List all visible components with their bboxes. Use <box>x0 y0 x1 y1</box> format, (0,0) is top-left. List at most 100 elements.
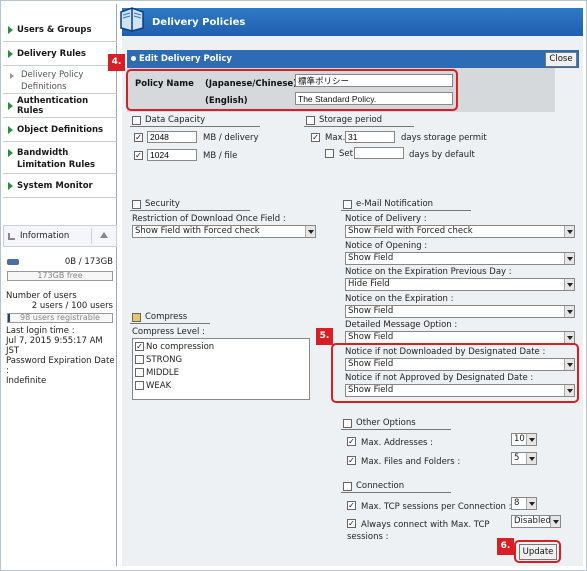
arrow-icon <box>8 181 13 190</box>
divider <box>130 323 210 324</box>
users-usage-fill <box>8 314 11 322</box>
sidebar-item-label: Users & Groups <box>17 24 92 35</box>
connection-title: Connection <box>343 481 404 491</box>
storage-max-checkbox[interactable]: ✓ <box>311 133 320 142</box>
always-max-tcp-checkbox[interactable]: ✓ <box>347 519 356 528</box>
compress-icon <box>132 312 141 322</box>
compress-option-checkbox[interactable]: ✓ <box>135 342 144 351</box>
sidebar-item-users-groups[interactable]: Users & Groups <box>3 18 117 42</box>
section-title: Other Options <box>356 418 416 428</box>
selected-value: Disabled <box>514 516 551 526</box>
sidebar-item-label: System Monitor <box>17 180 93 191</box>
compress-title: Compress <box>132 312 187 322</box>
highlight-box-5 <box>331 343 579 403</box>
sidebar-item-bandwidth-limitation-rules[interactable]: Bandwidth Limitation Rules <box>3 142 117 174</box>
arrow-icon <box>10 73 14 79</box>
divider <box>341 210 471 211</box>
sidebar-item-system-monitor[interactable]: System Monitor <box>3 174 117 198</box>
delivery-capacity-input[interactable] <box>147 131 197 143</box>
email-notification-title: e-Mail Notification <box>343 199 433 209</box>
max-files-checkbox[interactable]: ✓ <box>347 456 356 465</box>
page-title: Delivery Policies <box>152 16 246 28</box>
divider <box>341 492 451 493</box>
storage-set-label: Set <box>339 149 353 159</box>
arrow-icon <box>8 25 13 34</box>
selected-value: Show Field <box>348 306 394 316</box>
compress-option-label: No compression <box>146 342 215 352</box>
compress-option-label: MIDDLE <box>146 368 180 378</box>
sidebar-item-authentication-rules[interactable]: Authentication Rules <box>3 94 117 118</box>
dropdown-arrow-icon <box>305 226 315 237</box>
page-header: Delivery Policies <box>120 7 583 36</box>
max-addresses-checkbox[interactable]: ✓ <box>347 437 356 446</box>
selected-value: Show Field <box>348 332 394 342</box>
delivery-capacity-unit: MB / delivery <box>203 133 259 143</box>
users-registrable-label: 98 users registrable <box>20 313 100 322</box>
last-login-value: Jul 7, 2015 9:55:17 AM JST <box>6 336 103 356</box>
selected-value: 5 <box>514 453 520 463</box>
file-capacity-checkbox[interactable]: ✓ <box>134 151 143 160</box>
divider <box>91 228 92 244</box>
notice-expiration-previous-day-select[interactable]: Hide Field <box>345 278 575 291</box>
password-expiration-value: Indefinite <box>6 376 47 386</box>
selected-value: Hide Field <box>348 279 390 289</box>
dropdown-arrow-icon <box>526 434 536 445</box>
sidebar-item-delivery-rules[interactable]: Delivery Rules <box>3 42 117 66</box>
connection-icon <box>343 481 352 491</box>
dropdown-arrow-icon <box>526 498 536 509</box>
always-max-tcp-label-2: sessions : <box>347 532 389 542</box>
max-addresses-select[interactable]: 10 <box>511 433 537 446</box>
capacity-icon <box>132 115 141 125</box>
email-field-label: Notice on the Expiration Previous Day : <box>345 267 512 277</box>
compress-option-checkbox[interactable] <box>135 381 144 390</box>
dropdown-arrow-icon <box>564 306 574 317</box>
compress-option-checkbox[interactable] <box>135 355 144 364</box>
security-title: Security <box>132 199 180 209</box>
storage-default-unit: days by default <box>409 150 475 160</box>
sidebar-nav: Users & Groups Delivery Rules Delivery P… <box>3 18 117 198</box>
max-tcp-select[interactable]: 8 <box>511 497 537 510</box>
max-files-select[interactable]: 5 <box>511 452 537 465</box>
options-icon <box>343 418 352 428</box>
section-title: Storage period <box>319 115 383 125</box>
sidebar: Users & Groups Delivery Rules Delivery P… <box>3 4 117 566</box>
storage-default-input[interactable] <box>354 147 404 159</box>
storage-set-checkbox[interactable] <box>325 149 334 158</box>
always-max-tcp-select[interactable]: Disabled <box>511 515 561 528</box>
update-button[interactable]: Update <box>519 544 557 560</box>
max-tcp-label: Max. TCP sessions per Connection : <box>361 502 512 512</box>
notice-delivery-select[interactable]: Show Field with Forced check <box>345 225 575 238</box>
max-tcp-checkbox[interactable]: ✓ <box>347 501 356 510</box>
divider <box>304 126 414 127</box>
notice-expiration-select[interactable]: Show Field <box>345 305 575 318</box>
compress-option-label: WEAK <box>146 381 172 391</box>
selected-value: Show Field with Forced check <box>348 226 473 236</box>
compress-level-label: Compress Level : <box>132 327 205 337</box>
data-capacity-title: Data Capacity <box>132 115 205 125</box>
disk-icon <box>7 259 19 265</box>
close-button[interactable]: Close <box>545 52 577 67</box>
disk-usage-value: 0B / 173GB <box>64 257 113 267</box>
divider <box>130 210 250 211</box>
max-files-label: Max. Files and Folders : <box>361 457 461 467</box>
dropdown-arrow-icon <box>564 279 574 290</box>
delivery-capacity-checkbox[interactable]: ✓ <box>134 133 143 142</box>
callout-badge-6: 6. <box>497 538 514 555</box>
sidebar-item-object-definitions[interactable]: Object Definitions <box>3 118 117 142</box>
highlight-box-4 <box>126 69 458 111</box>
security-icon <box>132 199 141 209</box>
email-field-label: Notice of Delivery : <box>345 214 427 224</box>
download-once-select[interactable]: Show Field with Forced check <box>132 225 316 238</box>
storage-max-input[interactable] <box>345 131 395 143</box>
users-value: 2 users / 100 users <box>31 301 113 311</box>
collapse-up-icon[interactable] <box>100 232 108 238</box>
edit-panel-titlebar: Edit Delivery Policy <box>127 50 579 68</box>
compress-option-checkbox[interactable] <box>135 368 144 377</box>
notice-opening-select[interactable]: Show Field <box>345 252 575 265</box>
information-panel-header[interactable]: Information <box>3 225 117 247</box>
disk-usage-row: 0B / 173GB <box>3 257 117 269</box>
callout-badge-5: 5. <box>316 328 333 345</box>
information-panel: 0B / 173GB 173GB free Number of users 2 … <box>3 249 117 386</box>
file-capacity-input[interactable] <box>147 149 197 161</box>
sidebar-subitem-delivery-policy-definitions[interactable]: Delivery Policy Definitions <box>3 66 117 94</box>
